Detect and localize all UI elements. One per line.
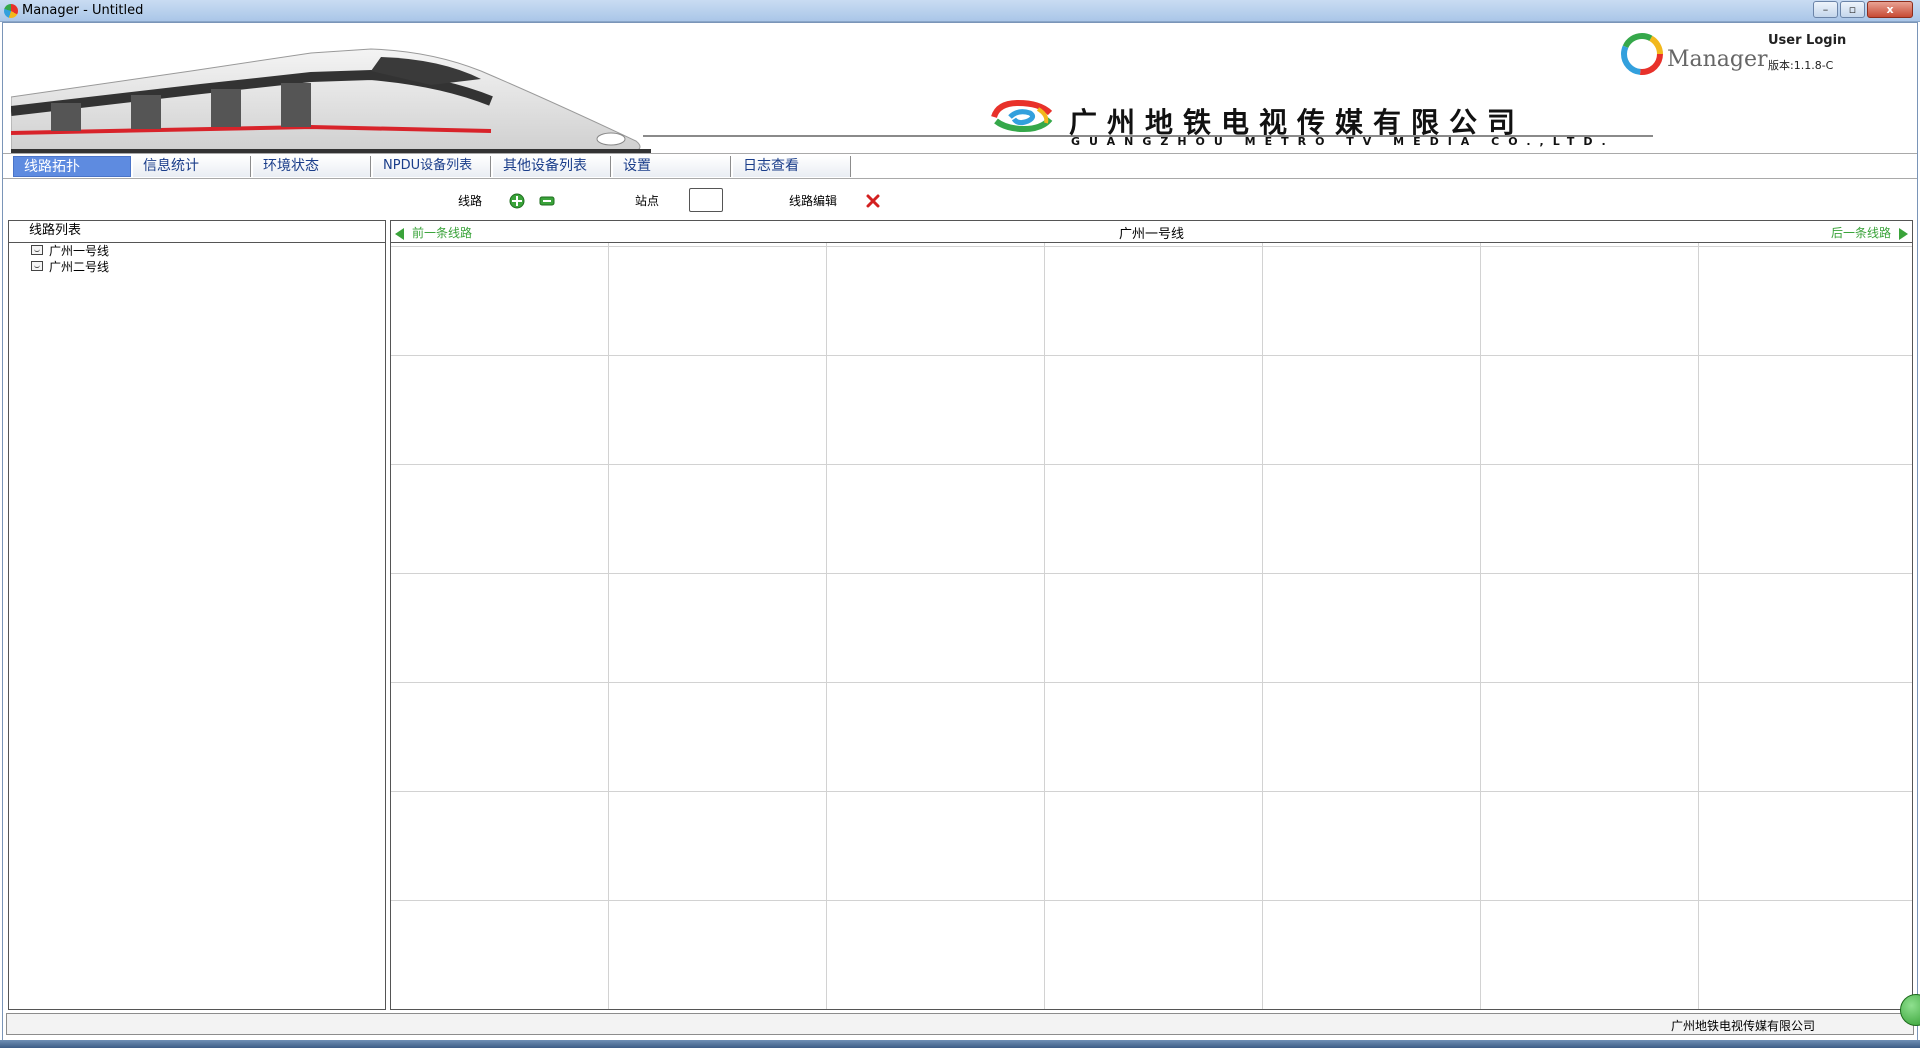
arrow-left-icon	[395, 227, 404, 240]
add-icon[interactable]	[509, 193, 525, 209]
next-line-button[interactable]: 后一条线路	[1831, 224, 1908, 241]
company-name-en: GUANGZHOU METRO TV MEDIA CO.,LTD.	[1071, 135, 1615, 148]
tree-item-line-1[interactable]: 广州一号线	[9, 243, 385, 259]
prev-line-button[interactable]: 前一条线路	[395, 224, 472, 241]
topology-canvas[interactable]	[391, 243, 1912, 1009]
train-image	[11, 48, 651, 154]
line-node-icon	[31, 245, 43, 255]
close-button[interactable]: x	[1867, 1, 1913, 18]
station-label: 站点	[635, 194, 660, 208]
remove-icon[interactable]	[539, 193, 555, 209]
line-node-icon	[31, 261, 43, 271]
topology-panel: 广州一号线 前一条线路 后一条线路	[390, 220, 1913, 1010]
topology-toolbar: 线路 站点 线路编辑	[3, 180, 1917, 220]
tab-environment-status[interactable]: 环境状态	[253, 156, 371, 177]
current-line-title: 广州一号线	[1118, 227, 1184, 242]
station-input[interactable]	[689, 188, 723, 212]
app-frame: 广州地铁电视传媒有限公司 GUANGZHOU METRO TV MEDIA CO…	[2, 22, 1918, 1042]
manager-title: Manager	[1667, 47, 1768, 72]
line-list-header: 线路列表	[9, 221, 385, 243]
maximize-button[interactable]: ▫	[1840, 1, 1865, 18]
line-edit-label: 线路编辑	[789, 194, 838, 208]
tab-npdu-device-list[interactable]: NPDU设备列表	[373, 156, 491, 177]
tab-log-view[interactable]: 日志查看	[733, 156, 851, 177]
user-login-link[interactable]: User Login	[1768, 33, 1846, 48]
status-bar: 广州地铁电视传媒有限公司	[6, 1013, 1914, 1035]
company-logo-icon	[991, 99, 1053, 133]
banner: 广州地铁电视传媒有限公司 GUANGZHOU METRO TV MEDIA CO…	[3, 23, 1917, 154]
tab-other-device-list[interactable]: 其他设备列表	[493, 156, 611, 177]
version-label: 版本:1.1.8-C	[1768, 59, 1834, 72]
tree-item-label: 广州一号线	[49, 244, 110, 258]
minimize-button[interactable]: –	[1813, 1, 1838, 18]
tree-item-label: 广州二号线	[49, 260, 110, 274]
window-title: Manager - Untitled	[22, 3, 144, 18]
app-icon	[4, 4, 18, 18]
prev-line-label: 前一条线路	[412, 226, 473, 240]
tab-settings[interactable]: 设置	[613, 156, 731, 177]
manager-logo-icon	[1621, 33, 1663, 75]
line-list-panel: 线路列表 广州一号线 广州二号线	[8, 220, 386, 1010]
delete-icon[interactable]	[865, 193, 881, 209]
topology-header: 广州一号线 前一条线路 后一条线路	[391, 221, 1912, 243]
taskbar	[0, 1040, 1920, 1048]
tree-item-line-2[interactable]: 广州二号线	[9, 259, 385, 275]
tab-info-statistics[interactable]: 信息统计	[133, 156, 251, 177]
status-company-name: 广州地铁电视传媒有限公司	[1670, 1019, 1815, 1033]
arrow-right-icon	[1899, 227, 1908, 240]
window-title-bar: Manager - Untitled – ▫ x	[0, 0, 1920, 22]
next-line-label: 后一条线路	[1830, 226, 1891, 240]
tab-line-topology[interactable]: 线路拓扑	[13, 156, 131, 177]
main-tab-bar: 线路拓扑 信息统计 环境状态 NPDU设备列表 其他设备列表 设置 日志查看	[3, 153, 1917, 179]
line-label: 线路	[458, 194, 483, 208]
